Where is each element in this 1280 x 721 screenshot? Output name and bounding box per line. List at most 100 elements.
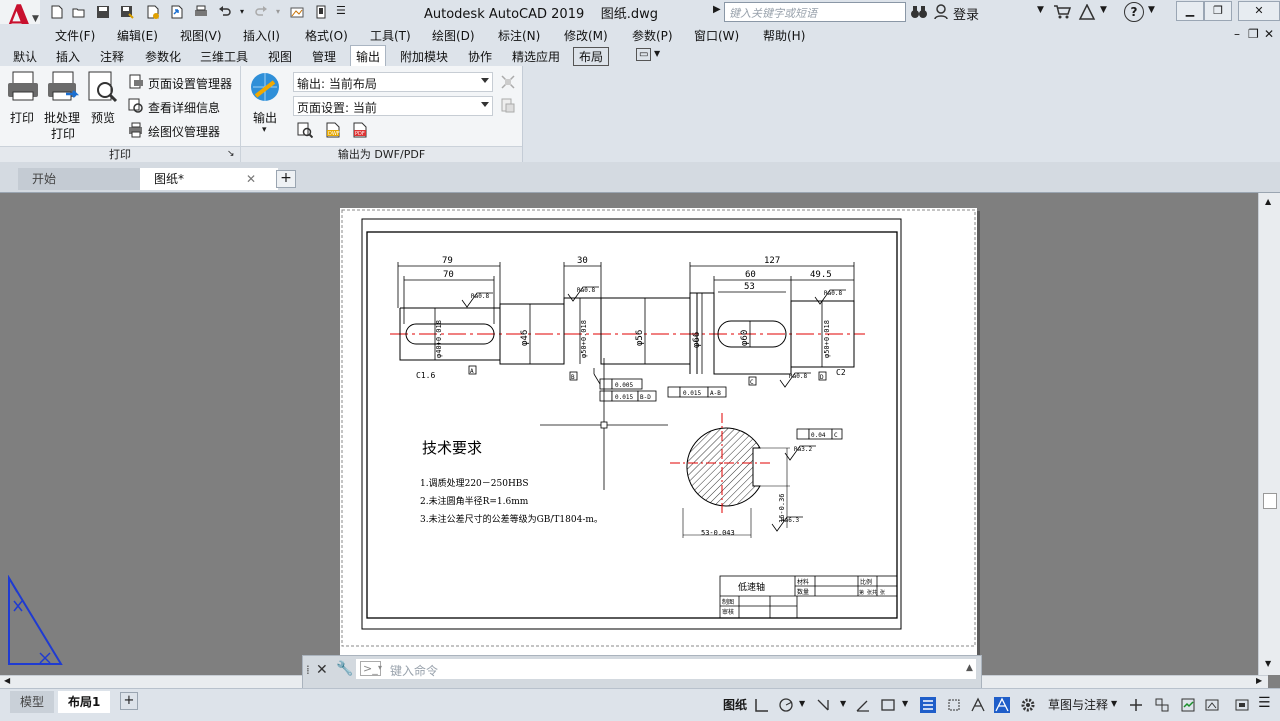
preview-label[interactable]: 预览 (91, 109, 115, 126)
search-input[interactable]: 键入关键字或短语 (724, 2, 906, 22)
help-dropdown-icon[interactable]: ▼ (1148, 5, 1155, 15)
menu-dimension[interactable]: 标注(N) (498, 27, 540, 44)
customization-menu-icon[interactable]: ☰ (1258, 695, 1271, 711)
paper-space-toggle[interactable]: 图纸 (723, 696, 747, 713)
scroll-right-icon[interactable]: ▶ (1256, 676, 1262, 685)
tab-featured-apps[interactable]: 精选应用 (512, 48, 560, 65)
menu-help[interactable]: 帮助(H) (763, 27, 805, 44)
tab-output[interactable]: 输出 (350, 45, 387, 68)
match-properties-icon[interactable] (290, 5, 304, 19)
batch-plot-icon[interactable] (46, 70, 80, 104)
vertical-scrollbar[interactable]: ▲ ▼ (1258, 193, 1280, 675)
object-snap-icon[interactable] (815, 697, 831, 713)
menu-draw[interactable]: 绘图(D) (432, 27, 475, 44)
plot-label[interactable]: 打印 (10, 109, 34, 126)
user-icon[interactable] (934, 4, 948, 20)
batch-plot-label-2[interactable]: 打印 (51, 125, 75, 142)
workspace-dropdown-icon[interactable]: ▼ (1111, 699, 1117, 708)
recent-commands-icon[interactable]: ▾ (378, 663, 382, 672)
preview-icon[interactable] (86, 70, 120, 104)
polar-tracking-icon[interactable] (778, 697, 794, 713)
viewport-scale-icon[interactable] (880, 697, 896, 713)
tab-layout1[interactable]: 布局1 (58, 691, 111, 713)
export-pdf-icon[interactable]: PDF (352, 122, 368, 138)
tab-collaborate[interactable]: 协作 (468, 48, 492, 65)
redo-dropdown-icon[interactable]: ▾ (276, 7, 280, 16)
menu-insert[interactable]: 插入(I) (243, 27, 280, 44)
grip-handle-icon[interactable]: ⁞ (306, 663, 310, 677)
batch-plot-label[interactable]: 批处理 (44, 109, 80, 126)
clean-screen-icon[interactable] (1204, 697, 1220, 713)
scroll-down-icon[interactable]: ▼ (1265, 659, 1271, 668)
signin-label[interactable]: 登录 (953, 4, 979, 23)
undo-dropdown-icon[interactable]: ▾ (240, 7, 244, 16)
performance-icon[interactable] (1180, 697, 1196, 713)
page-setup-combo[interactable]: 页面设置: 当前 (293, 96, 493, 116)
lineweight-icon[interactable] (920, 697, 936, 713)
menu-view[interactable]: 视图(V) (180, 27, 222, 44)
tab-manage[interactable]: 管理 (312, 48, 336, 65)
tab-start[interactable]: 开始 (18, 168, 160, 190)
scroll-up-icon[interactable]: ▲ (1265, 197, 1271, 206)
angle-icon[interactable] (855, 697, 871, 713)
view-details-icon[interactable] (128, 98, 144, 114)
command-history-icon[interactable]: ▲ (966, 663, 973, 673)
grid-snap-icon[interactable] (753, 697, 769, 713)
save-as-icon[interactable] (120, 5, 134, 19)
minimize-button[interactable]: ▁ (1176, 1, 1204, 21)
page-setup-override-icon[interactable] (500, 98, 516, 114)
help-icon[interactable]: ? (1124, 2, 1144, 22)
doc-close-icon[interactable]: ✕ (1264, 27, 1274, 41)
scale-dropdown-icon[interactable]: ▼ (902, 699, 908, 708)
customize-wrench-icon[interactable]: 🔧 (336, 661, 353, 677)
workspace-switcher[interactable]: 草图与注释 (1048, 696, 1108, 713)
menu-parametric[interactable]: 参数(P) (632, 27, 673, 44)
plotter-manager-icon[interactable] (128, 122, 144, 138)
undo-icon[interactable] (218, 5, 232, 19)
menu-format[interactable]: 格式(O) (305, 27, 348, 44)
selection-cycling-icon[interactable] (946, 697, 962, 713)
signin-dropdown-icon[interactable]: ▼ (1037, 5, 1044, 15)
export-dropdown-icon[interactable]: ▾ (262, 125, 267, 135)
menu-edit[interactable]: 编辑(E) (117, 27, 158, 44)
tab-model[interactable]: 模型 (10, 691, 55, 713)
tab-drawing[interactable]: 图纸* ✕ (140, 168, 278, 190)
save-icon[interactable] (96, 5, 110, 19)
isolate-objects-icon[interactable] (1154, 697, 1170, 713)
export-options-icon[interactable] (500, 74, 516, 90)
scroll-thumb[interactable] (1263, 493, 1277, 509)
command-input[interactable]: >_ ▾ 键入命令 ▲ (356, 659, 976, 679)
export-label[interactable]: 输出 (253, 109, 277, 126)
new-file-icon[interactable] (50, 5, 64, 19)
osnap-dropdown-icon[interactable]: ▼ (840, 699, 846, 708)
export-dwf-icon[interactable]: DWF (325, 122, 341, 138)
binoculars-icon[interactable] (910, 4, 928, 20)
add-layout-icon[interactable]: + (120, 692, 138, 710)
auto-scale-icon[interactable] (994, 697, 1010, 713)
drawing-viewport[interactable]: 79 70 30 127 60 49.5 53 φ46 φ56 φ66 φ60 … (0, 193, 1268, 675)
drawing-canvas[interactable]: 79 70 30 127 60 49.5 53 φ46 φ56 φ66 φ60 … (340, 208, 977, 675)
tab-annotate[interactable]: 注释 (100, 48, 124, 65)
plot-icon[interactable] (194, 5, 208, 19)
ribbon-toggle-dropdown-icon[interactable]: ▼ (654, 49, 660, 58)
page-setup-manager[interactable]: 页面设置管理器 (148, 75, 232, 92)
tab-layout[interactable]: 布局 (573, 47, 610, 66)
tab-parametric[interactable]: 参数化 (145, 48, 181, 65)
menu-modify[interactable]: 修改(M) (564, 27, 608, 44)
tab-addins[interactable]: 附加模块 (400, 48, 448, 65)
open-web-icon[interactable] (146, 5, 160, 19)
export-combo[interactable]: 输出: 当前布局 (293, 72, 493, 92)
tab-default[interactable]: 默认 (13, 48, 37, 65)
expand-search-icon[interactable]: ▶ (713, 4, 721, 15)
a360-dropdown-icon[interactable]: ▼ (1100, 5, 1107, 15)
tab-3d-tools[interactable]: 三维工具 (200, 48, 248, 65)
tab-view[interactable]: 视图 (268, 48, 292, 65)
workspace-icon[interactable] (314, 5, 328, 19)
polar-dropdown-icon[interactable]: ▼ (799, 699, 805, 708)
page-setup-icon[interactable] (128, 74, 144, 90)
close-command-icon[interactable]: ✕ (316, 662, 328, 678)
menu-window[interactable]: 窗口(W) (694, 27, 739, 44)
scroll-left-icon[interactable]: ◀ (4, 676, 10, 685)
doc-restore-icon[interactable]: ❐ (1248, 27, 1259, 41)
view-details[interactable]: 查看详细信息 (148, 99, 220, 116)
